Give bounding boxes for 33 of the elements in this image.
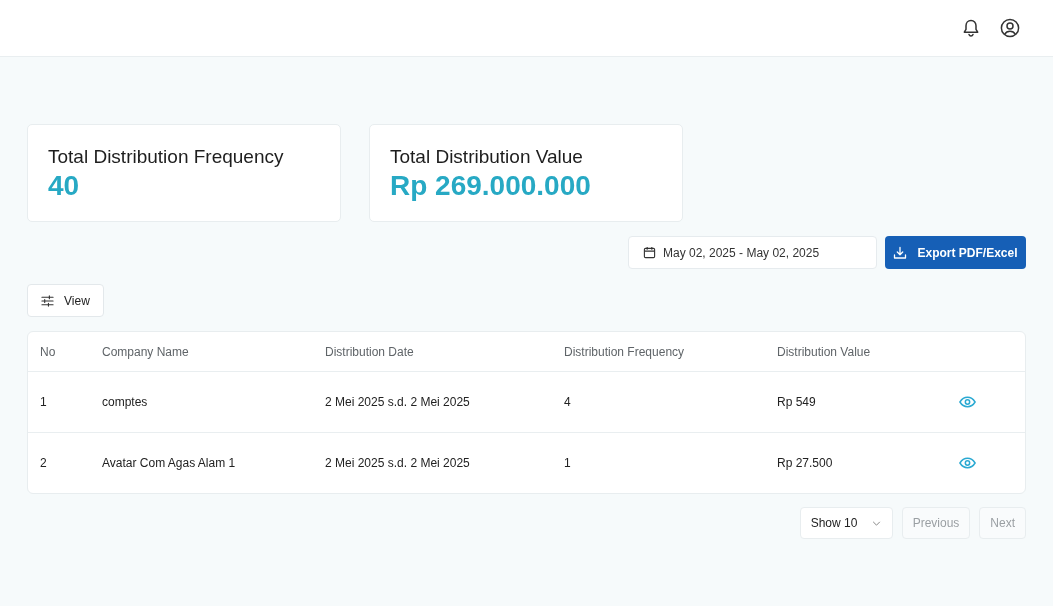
sliders-icon [41,294,54,307]
card-value: Rp 269.000.000 [390,169,592,203]
table-cell-text: 2 Mei 2025 s.d. 2 Mei 2025 [325,456,471,470]
table-cell-text: 2 [40,456,48,470]
eye-icon[interactable] [959,457,976,469]
user-icon[interactable] [1000,18,1020,38]
column-header: Distribution Value [777,344,872,359]
date-range-field[interactable]: May 02, 2025 - May 02, 2025 [628,236,877,269]
column-header: Company Name [102,344,190,359]
card-title: Total Distribution Value [390,145,584,169]
table-cell-text: Rp 549 [777,395,817,409]
table-cell-text: 2 Mei 2025 s.d. 2 Mei 2025 [325,395,471,409]
table-cell-text: 1 [564,456,572,470]
calendar-icon [643,246,656,259]
table-cell-text: comptes [102,395,149,409]
column-header: Distribution Date [325,344,415,359]
column-header: No [40,344,57,359]
view-button[interactable]: View [27,284,104,317]
table-cell-text: 1 [40,395,48,409]
table-cell-text: 4 [564,395,572,409]
page-size-value: Show 10 [810,516,858,530]
page-size-select[interactable]: Show 10 [799,507,893,539]
chevron-down-icon [871,520,881,526]
date-range-value: May 02, 2025 - May 02, 2025 [663,245,820,260]
table-cell-text: Avatar Com Agas Alam 1 [102,456,237,470]
bell-icon[interactable] [961,18,981,38]
column-header: Distribution Frequency [564,344,686,359]
card-value: 40 [48,169,81,203]
card-title: Total Distribution Frequency [48,145,285,169]
eye-icon[interactable] [959,396,976,408]
export-button[interactable]: Export PDF/Excel [885,236,1026,269]
table-cell-text: Rp 27.500 [777,456,834,470]
download-icon [893,245,908,260]
